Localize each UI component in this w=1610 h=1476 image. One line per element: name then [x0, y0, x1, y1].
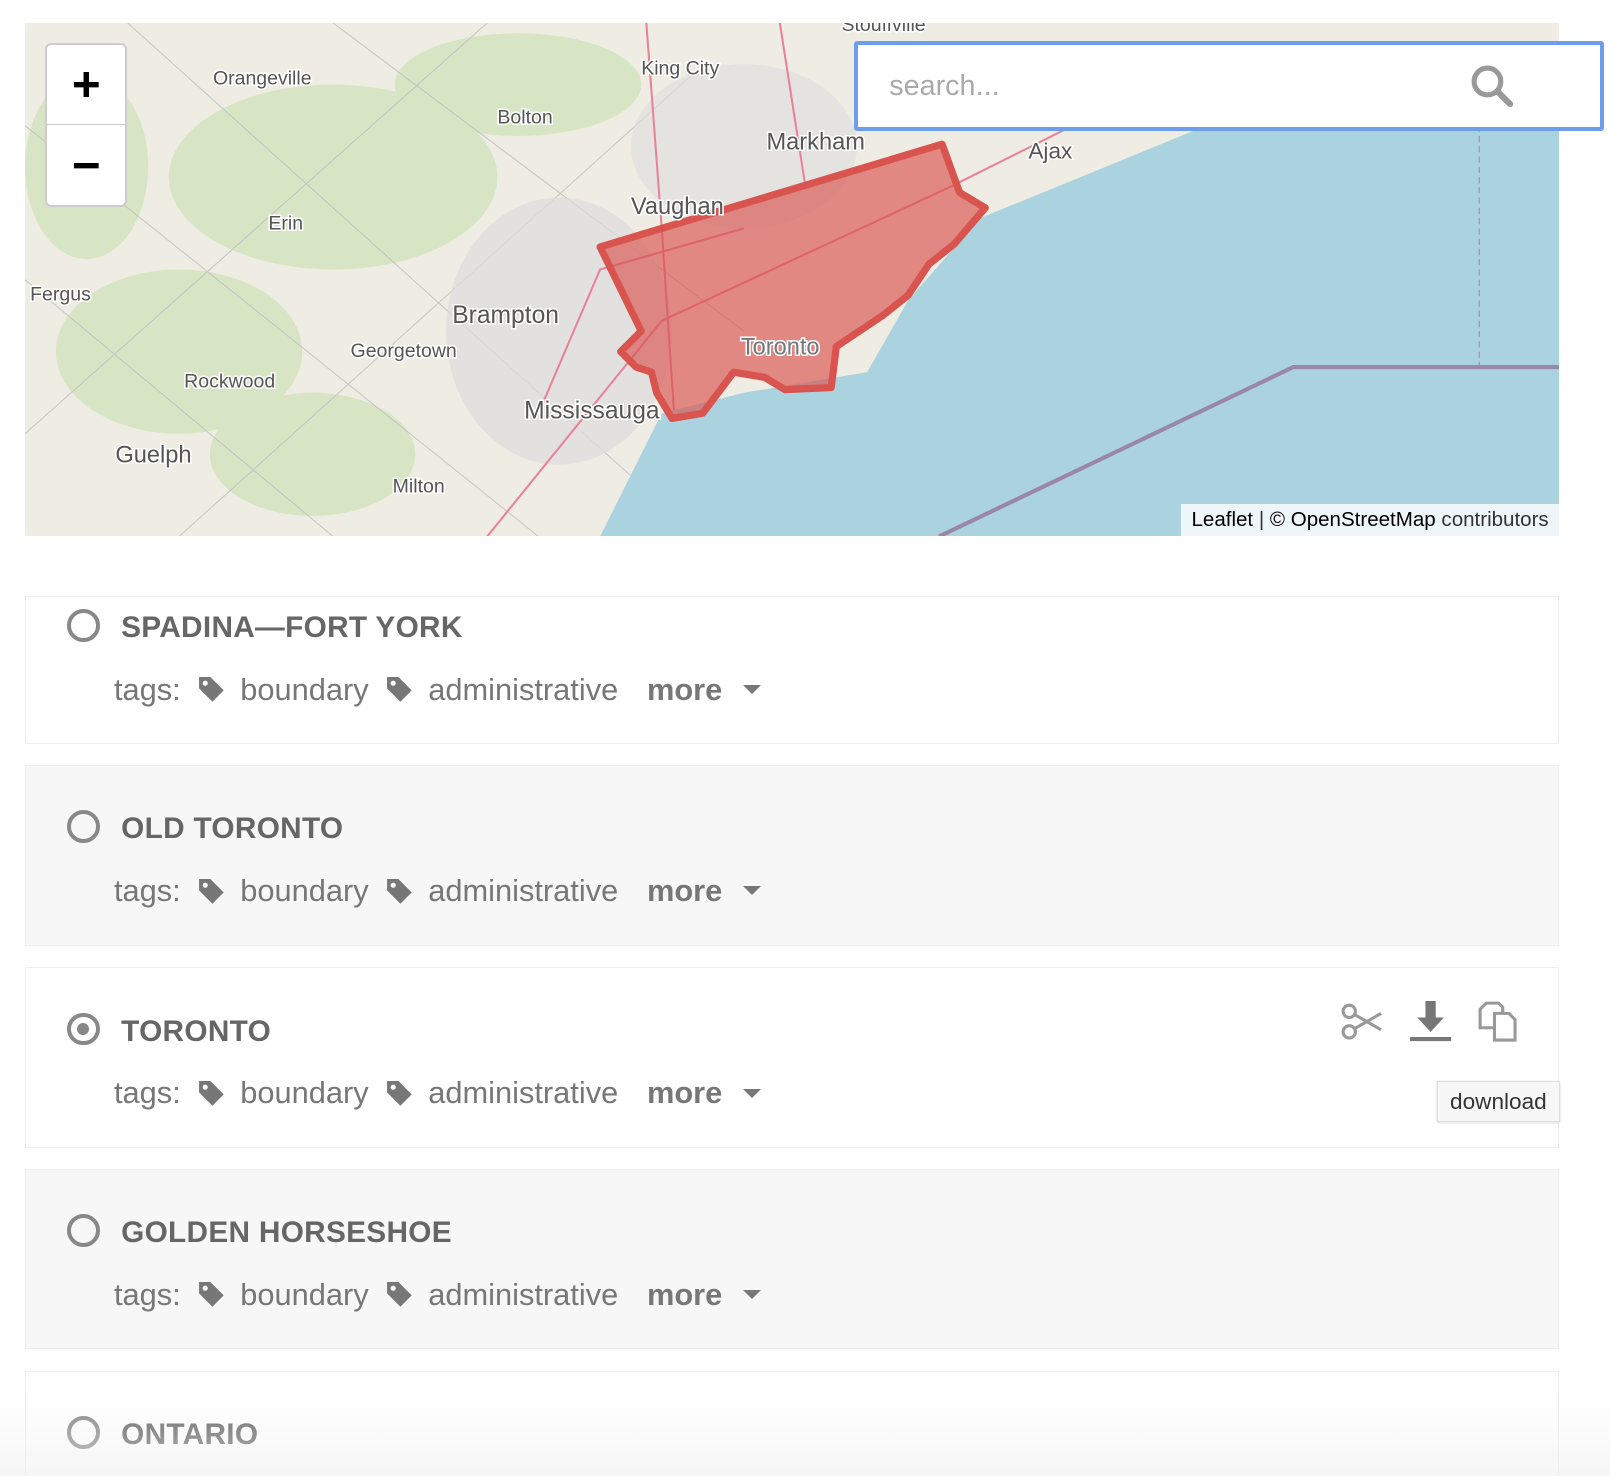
- result-item[interactable]: SPADINA—FORT YORK tags: boundary adminis…: [24, 595, 1559, 744]
- map-label: Ajax: [1028, 138, 1073, 163]
- map-label: Bolton: [497, 106, 552, 128]
- osm-link[interactable]: © OpenStreetMap: [1270, 508, 1436, 531]
- map-label: Markham: [766, 129, 864, 155]
- tag[interactable]: boundary: [240, 672, 368, 708]
- result-title: GOLDEN HORSESHOE: [121, 1215, 452, 1249]
- tag[interactable]: administrative: [428, 672, 618, 708]
- map-label: Mississauga: [524, 397, 660, 424]
- result-title: TORONTO: [121, 1014, 272, 1048]
- more-button[interactable]: more: [647, 1075, 722, 1111]
- result-item[interactable]: TORONTO tags: boundary administrative mo…: [24, 967, 1561, 1149]
- map-label: Georgetown: [350, 339, 456, 361]
- tags-label: tags:: [113, 1276, 181, 1312]
- tags-label: tags:: [113, 671, 181, 707]
- result-item[interactable]: GOLDEN HORSESHOE tags: boundary administ…: [24, 1168, 1559, 1350]
- attribution-contributors: contributors: [1441, 508, 1549, 531]
- tag[interactable]: boundary: [240, 1075, 368, 1111]
- search-input[interactable]: [889, 65, 1465, 107]
- search-icon[interactable]: [1470, 64, 1513, 107]
- tags-row: tags: boundary administrative more: [114, 672, 761, 708]
- search-box: [854, 41, 1605, 132]
- tag[interactable]: administrative: [428, 873, 618, 909]
- zoom-out-button[interactable]: −: [47, 125, 125, 205]
- caret-down-icon[interactable]: [742, 685, 761, 694]
- tags-row: tags: boundary administrative more: [114, 1277, 761, 1313]
- map-label: Orangeville: [213, 67, 312, 89]
- leaflet-link[interactable]: Leaflet: [1191, 508, 1253, 531]
- more-button[interactable]: more: [647, 1277, 722, 1313]
- tag[interactable]: boundary: [240, 873, 368, 909]
- select-radio[interactable]: [66, 1213, 100, 1247]
- download-icon[interactable]: [1408, 999, 1453, 1044]
- tag[interactable]: boundary: [240, 1277, 368, 1313]
- caret-down-icon[interactable]: [742, 886, 761, 896]
- more-button[interactable]: more: [647, 672, 722, 708]
- map-label: Brampton: [452, 301, 559, 328]
- result-title: SPADINA—FORT YORK: [121, 611, 463, 645]
- tags-label: tags:: [113, 872, 181, 908]
- tag-icon: [199, 1282, 224, 1307]
- result-title: OLD TORONTO: [121, 812, 344, 846]
- select-radio[interactable]: [66, 810, 100, 844]
- result-item[interactable]: OLD TORONTO tags: boundary administrativ…: [24, 765, 1559, 946]
- tags-label: tags:: [113, 1075, 181, 1111]
- caret-down-icon[interactable]: [742, 1088, 761, 1098]
- result-actions: [1340, 999, 1521, 1044]
- map-label: King City: [641, 57, 719, 79]
- tag-icon: [199, 1080, 224, 1106]
- tag[interactable]: administrative: [428, 1277, 618, 1313]
- map-label: Rockwood: [184, 370, 275, 392]
- tag[interactable]: administrative: [428, 1075, 618, 1111]
- attribution-separator: |: [1258, 508, 1265, 531]
- map-label: Fergus: [30, 283, 91, 305]
- tag-icon: [199, 878, 224, 904]
- map-label: Erin: [268, 212, 303, 234]
- tag-icon: [387, 1080, 412, 1106]
- zoom-control: + −: [45, 43, 128, 208]
- bottom-fade: [0, 1393, 1610, 1476]
- tags-row: tags: boundary administrative more: [114, 873, 761, 909]
- map-attribution: Leaflet | © OpenStreetMap contributors: [1181, 503, 1559, 537]
- tag-icon: [387, 677, 412, 702]
- zoom-in-button[interactable]: +: [47, 45, 126, 126]
- map-label: Toronto: [740, 334, 819, 360]
- tag-icon: [199, 677, 224, 702]
- tag-icon: [387, 878, 412, 904]
- select-radio[interactable]: [66, 1012, 100, 1046]
- tags-row: tags: boundary administrative more: [114, 1075, 761, 1111]
- copy-icon[interactable]: [1476, 999, 1521, 1044]
- map-label: Guelph: [115, 442, 191, 468]
- caret-down-icon[interactable]: [742, 1290, 761, 1299]
- scissors-icon[interactable]: [1340, 999, 1385, 1044]
- select-radio[interactable]: [66, 608, 100, 642]
- more-button[interactable]: more: [647, 873, 722, 909]
- tooltip: download: [1436, 1081, 1561, 1122]
- map-label: Vaughan: [631, 194, 724, 220]
- tag-icon: [387, 1282, 412, 1307]
- map-label: Milton: [392, 475, 444, 497]
- map-label: Stouffville: [841, 23, 925, 36]
